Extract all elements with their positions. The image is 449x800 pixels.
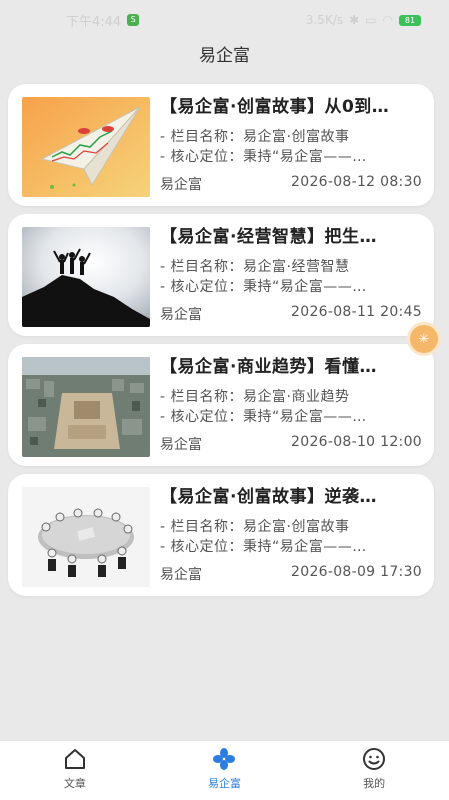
- meeting-table-image: [22, 487, 150, 587]
- smiley-icon: [362, 747, 386, 771]
- notification-icon: S: [127, 14, 140, 26]
- article-core-positioning: - 核心定位：秉持“易企富——…: [160, 539, 367, 555]
- sim-icon: ▭: [365, 13, 377, 27]
- article-card[interactable]: 【易企富·商业趋势】看懂… - 栏目名称：易企富·商业趋势 - 核心定位：秉持“…: [8, 344, 434, 466]
- tab-label: 我的: [363, 777, 386, 790]
- article-card[interactable]: 【易企富·创富故事】从0到… - 栏目名称：易企富·创富故事 - 核心定位：秉持…: [8, 84, 434, 206]
- home-icon: [63, 747, 87, 771]
- article-title: 【易企富·创富故事】逆袭…: [160, 487, 377, 507]
- tab-label: 易企富: [207, 777, 241, 790]
- mountain-silhouette-image: [22, 227, 150, 327]
- floating-accessibility-button[interactable]: ✳: [407, 322, 441, 356]
- article-source: 易企富: [160, 567, 202, 583]
- network-speed: 3.5K/s: [305, 13, 344, 27]
- bottom-tab-bar: 文章 易企富 我的: [0, 740, 449, 800]
- tab-label: 文章: [63, 777, 86, 790]
- clover-icon: [212, 747, 236, 771]
- article-source: 易企富: [160, 437, 202, 453]
- tab-mine[interactable]: 我的: [314, 741, 434, 791]
- city-aerial-image: [22, 357, 150, 457]
- article-source: 易企富: [160, 177, 202, 193]
- status-time: 下午4:44: [66, 14, 122, 30]
- article-column-name: - 栏目名称：易企富·经营智慧: [160, 259, 350, 275]
- article-date: 2026-08-12 08:30: [291, 174, 422, 190]
- article-column-name: - 栏目名称：易企富·创富故事: [160, 519, 350, 535]
- status-bar: 下午4:44 S 3.5K/s ✱ ▭ ◠ 81: [0, 0, 449, 40]
- article-title: 【易企富·经营智慧】把生…: [160, 227, 377, 247]
- paper-airplane-chart-image: [22, 97, 150, 197]
- article-title: 【易企富·创富故事】从0到…: [160, 97, 390, 117]
- article-title: 【易企富·商业趋势】看懂…: [160, 357, 377, 377]
- article-date: 2026-08-09 17:30: [291, 564, 422, 580]
- article-core-positioning: - 核心定位：秉持“易企富——…: [160, 409, 367, 425]
- wifi-icon: ◠: [382, 13, 393, 27]
- article-source: 易企富: [160, 307, 202, 323]
- tab-yiqifu[interactable]: 易企富: [164, 741, 284, 791]
- tab-articles[interactable]: 文章: [15, 741, 135, 791]
- article-card[interactable]: 【易企富·经营智慧】把生… - 栏目名称：易企富·经营智慧 - 核心定位：秉持“…: [8, 214, 434, 336]
- article-date: 2026-08-11 20:45: [291, 304, 422, 320]
- article-column-name: - 栏目名称：易企富·创富故事: [160, 129, 350, 145]
- page-title: 易企富: [199, 46, 250, 66]
- battery-icon: 81: [399, 14, 421, 26]
- bluetooth-icon: ✱: [349, 13, 360, 27]
- article-date: 2026-08-10 12:00: [291, 434, 422, 450]
- article-card[interactable]: 【易企富·创富故事】逆袭… - 栏目名称：易企富·创富故事 - 核心定位：秉持“…: [8, 474, 434, 596]
- article-column-name: - 栏目名称：易企富·商业趋势: [160, 389, 350, 405]
- accessibility-icon: ✳: [418, 331, 430, 347]
- article-core-positioning: - 核心定位：秉持“易企富——…: [160, 279, 367, 295]
- article-core-positioning: - 核心定位：秉持“易企富——…: [160, 149, 367, 165]
